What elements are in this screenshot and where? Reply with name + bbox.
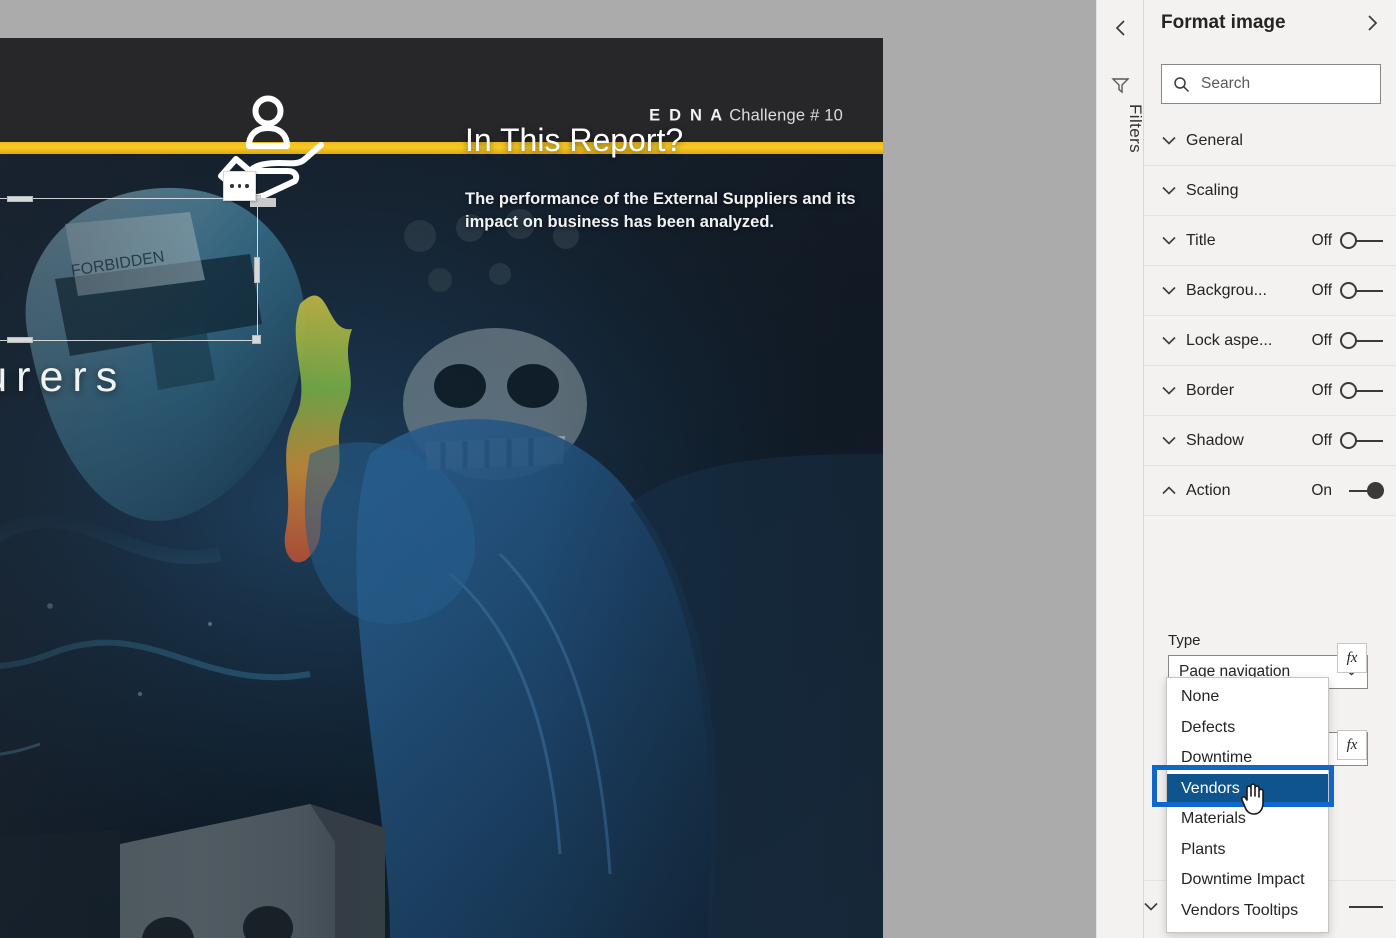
filters-collapse-chevron-icon[interactable] [1097,8,1145,48]
more-dot-2 [237,184,242,188]
page-title: Format image [1161,12,1286,33]
switch-action[interactable] [1340,481,1384,500]
toggle-shadow[interactable]: Off [1311,431,1384,450]
destination-dropdown-list[interactable]: None Defects Downtime Vendors Materials … [1166,677,1329,933]
chevron-down-icon [1152,136,1186,145]
section-row-shadow[interactable]: Shadow Off [1144,416,1396,466]
dropdown-option-none[interactable]: None [1167,682,1328,713]
more-dot-3 [245,184,249,188]
chevron-down-icon [1152,286,1186,295]
dropdown-option-downtime-impact[interactable]: Downtime Impact [1167,865,1328,896]
fx-button-destination[interactable]: fx [1337,643,1367,673]
toggle-state-action: On [1311,481,1332,499]
section-label-title: Title [1186,231,1216,249]
toggle-state-background: Off [1311,281,1332,299]
section-label-background: Backgrou... [1186,281,1267,299]
more-dot-1 [230,184,234,188]
toggle-state-border: Off [1311,381,1332,399]
section-row-action[interactable]: Action On [1144,466,1396,516]
chevron-down-icon [1152,186,1186,195]
dropdown-option-defects[interactable]: Defects [1167,713,1328,744]
dropdown-option-vendors-tooltips[interactable]: Vendors Tooltips [1167,896,1328,927]
section-label-scaling: Scaling [1186,181,1239,199]
section-row-general[interactable]: General [1144,116,1396,166]
search-box[interactable] [1161,64,1381,104]
gold-divider [0,142,883,154]
chevron-left-icon [1115,20,1125,36]
switch-knob [1340,231,1357,249]
pane-expand-chevron-icon[interactable] [1358,9,1386,37]
magnifier-icon [1174,76,1190,92]
switch-border[interactable] [1340,381,1384,400]
toggle-state-shadow: Off [1311,431,1332,449]
section-row-lock-aspect[interactable]: Lock aspe... Off [1144,316,1396,366]
toggle-action[interactable]: On [1311,481,1384,500]
report-subtitle: The performance of the External Supplier… [465,190,856,232]
fx-button-tooltip[interactable]: fx [1337,730,1367,760]
welder-photo-illustration: FORBIDDEN [0,154,883,938]
filters-pane-collapsed[interactable]: Filters [1096,0,1145,938]
chevron-down-icon [1152,236,1186,245]
chevron-down-icon [1152,386,1186,395]
switch-bottom[interactable] [1340,898,1384,916]
background-photo: FORBIDDEN [0,154,883,938]
switch-shadow[interactable] [1340,431,1384,450]
section-row-scaling[interactable]: Scaling [1144,166,1396,216]
dropdown-option-plants[interactable]: Plants [1167,835,1328,866]
section-label-action: Action [1186,481,1231,499]
switch-knob [1340,281,1357,299]
section-label-shadow: Shadow [1186,431,1244,449]
chevron-down-icon [1144,898,1158,916]
switch-knob [1340,331,1357,349]
format-pane-header: Format image [1144,0,1396,54]
format-sections-list: General Scaling Title Off Backgrou... Of… [1144,116,1396,516]
report-title: In This Report? [465,122,684,158]
chevron-down-icon [1152,436,1186,445]
switch-track [1349,905,1383,908]
report-page[interactable]: E D N A Challenge # 10 FORBIDDEN rers In… [0,38,883,938]
toggle-background[interactable]: Off [1311,281,1384,300]
section-label-general: General [1186,131,1243,149]
filter-funnel-icon[interactable] [1097,72,1145,98]
fx-label: fx [1346,736,1358,753]
switch-background[interactable] [1340,281,1384,300]
section-label-lock-aspect: Lock aspe... [1186,331,1273,349]
chevron-right-icon [1368,15,1378,31]
dropdown-option-materials[interactable]: Materials [1167,804,1328,835]
report-header-band [0,38,883,142]
switch-knob [1340,381,1357,399]
dropdown-option-vendors[interactable]: Vendors [1167,773,1328,804]
toggle-state-lock-aspect: Off [1311,331,1332,349]
switch-knob [1367,481,1384,499]
search-input[interactable] [1199,74,1359,94]
section-row-background[interactable]: Backgrou... Off [1144,266,1396,316]
hero-line-2: ufacturers [0,353,127,401]
brand-challenge: Challenge # 10 [729,106,843,125]
toggle-border[interactable]: Off [1311,381,1384,400]
toggle-state-title: Off [1311,231,1332,249]
toggle-bottom[interactable] [1340,898,1384,916]
section-row-title[interactable]: Title Off [1144,216,1396,266]
switch-title[interactable] [1340,231,1384,250]
toggle-lock-aspect[interactable]: Off [1311,331,1384,350]
section-row-border[interactable]: Border Off [1144,366,1396,416]
section-label-border: Border [1186,381,1235,399]
search-icon [1173,76,1190,93]
more-options-button[interactable] [223,171,256,201]
chevron-up-icon [1152,486,1186,495]
app-root: E D N A Challenge # 10 FORBIDDEN rers In… [0,0,1396,938]
chevron-down-icon [1152,336,1186,345]
switch-lock-aspect[interactable] [1340,331,1384,350]
dropdown-option-downtime[interactable]: Downtime [1167,743,1328,774]
toggle-title[interactable]: Off [1311,231,1384,250]
fx-label: fx [1346,649,1358,666]
switch-knob [1340,431,1357,449]
funnel-icon [1111,78,1130,94]
filters-label: Filters [1126,104,1145,154]
report-canvas-area: E D N A Challenge # 10 FORBIDDEN rers In… [0,0,1096,938]
hero-line-1: rprise [0,253,7,302]
